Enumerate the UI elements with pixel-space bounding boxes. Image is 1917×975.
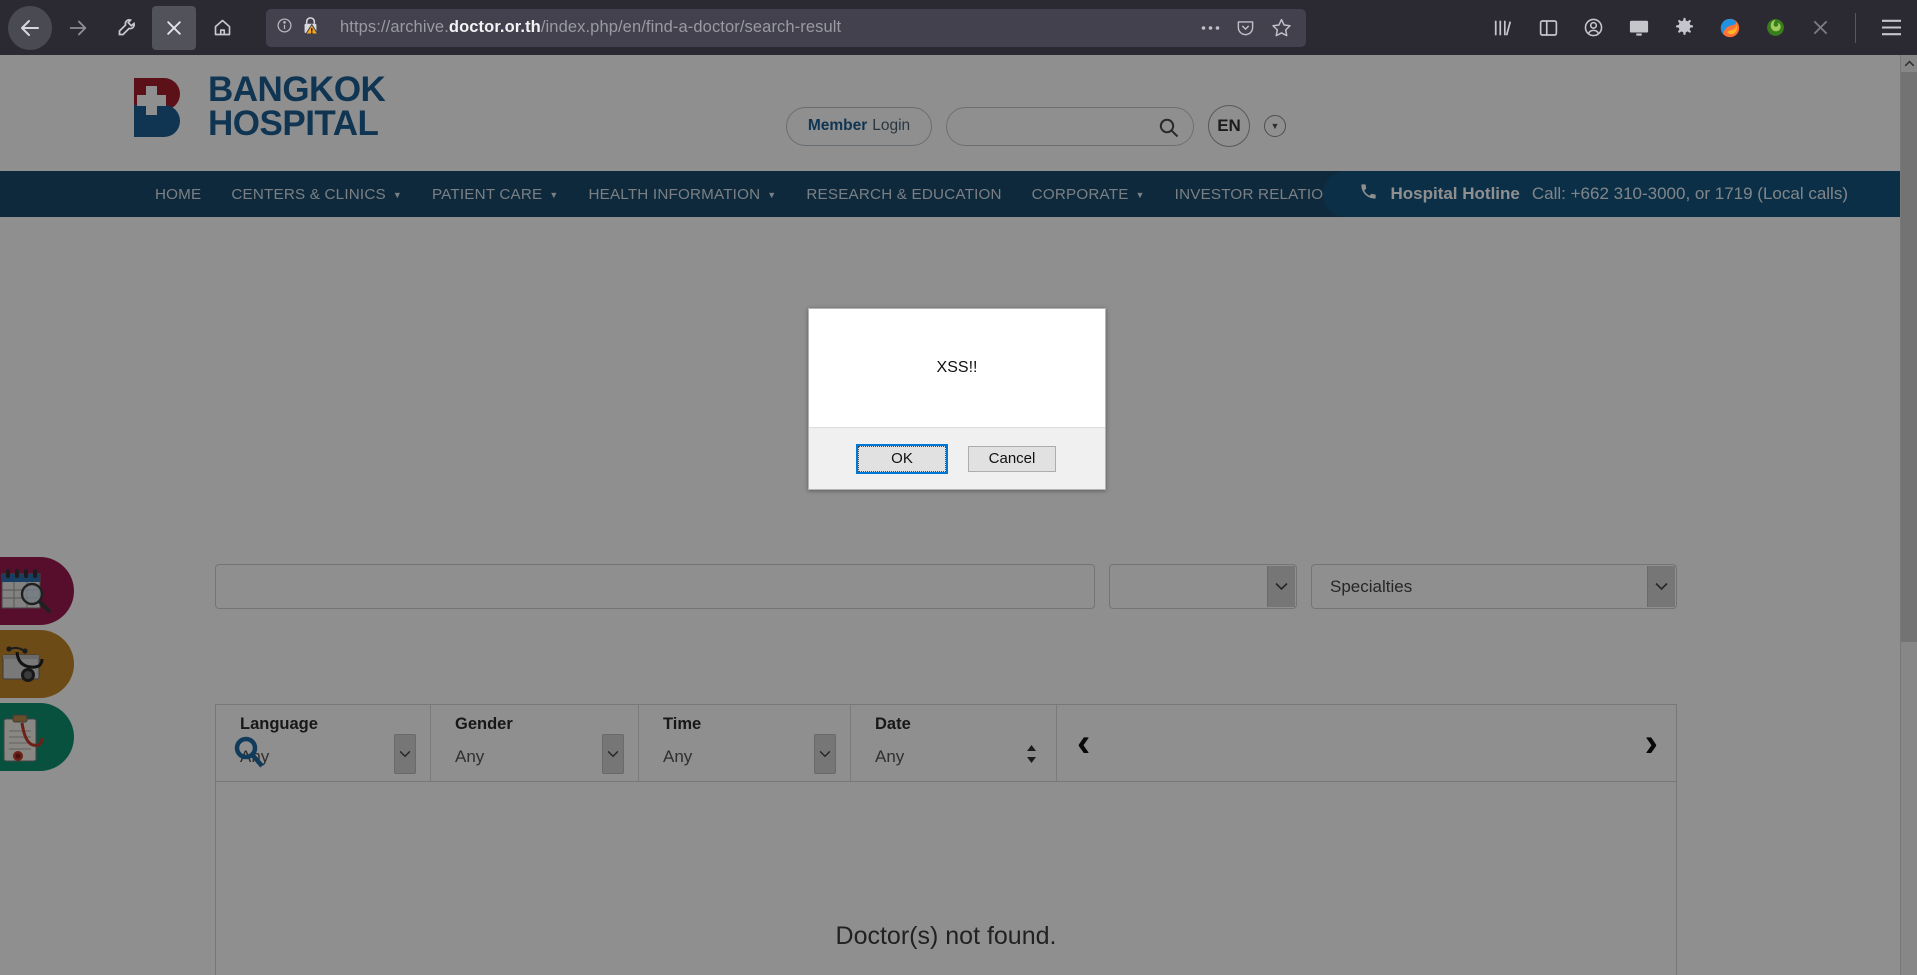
gear-icon[interactable]: [1674, 17, 1695, 38]
wrench-icon[interactable]: [104, 6, 148, 50]
sidebar-icon[interactable]: [1538, 18, 1559, 38]
dialog-message: XSS!!: [936, 359, 978, 376]
browser-extension-toolbar: [1492, 12, 1917, 43]
navigation-buttons: [0, 5, 244, 50]
info-icon[interactable]: [276, 17, 293, 39]
url-host: doctor.or.th: [448, 18, 541, 36]
url-bar[interactable]: https://archive.doctor.or.th/index.php/e…: [266, 8, 1306, 47]
addon-icon[interactable]: [1765, 17, 1786, 38]
back-button[interactable]: [8, 5, 52, 50]
screen-icon[interactable]: [1628, 18, 1650, 38]
dialog-cancel-button[interactable]: Cancel: [968, 445, 1056, 472]
stop-x-icon[interactable]: [152, 5, 196, 50]
pocket-icon[interactable]: [1236, 18, 1255, 37]
url-prefix: https://archive.: [340, 18, 449, 36]
hamburger-menu-icon[interactable]: [1880, 18, 1903, 37]
account-icon[interactable]: [1583, 17, 1604, 38]
url-path: /index.php/en/find-a-doctor/search-resul…: [540, 18, 842, 36]
dialog-ok-button[interactable]: OK: [856, 443, 948, 474]
page-actions-ellipsis-icon[interactable]: [1201, 25, 1220, 31]
x-icon[interactable]: [1810, 17, 1831, 38]
browser-toolbar: https://archive.doctor.or.th/index.php/e…: [0, 0, 1917, 55]
dialog-buttons: OK Cancel: [809, 427, 1105, 489]
bookmark-star-icon[interactable]: [1271, 17, 1292, 38]
warning-lock-icon[interactable]: [302, 16, 319, 40]
library-icon[interactable]: [1492, 18, 1514, 38]
modal-overlay: [0, 55, 1917, 975]
url-text: https://archive.doctor.or.th/index.php/e…: [340, 18, 841, 37]
toolbar-divider: [1855, 12, 1856, 43]
forward-button[interactable]: [56, 6, 100, 50]
home-icon[interactable]: [200, 6, 244, 50]
firefox-icon[interactable]: [1719, 17, 1741, 39]
javascript-confirm-dialog: XSS!! OK Cancel: [808, 308, 1106, 490]
